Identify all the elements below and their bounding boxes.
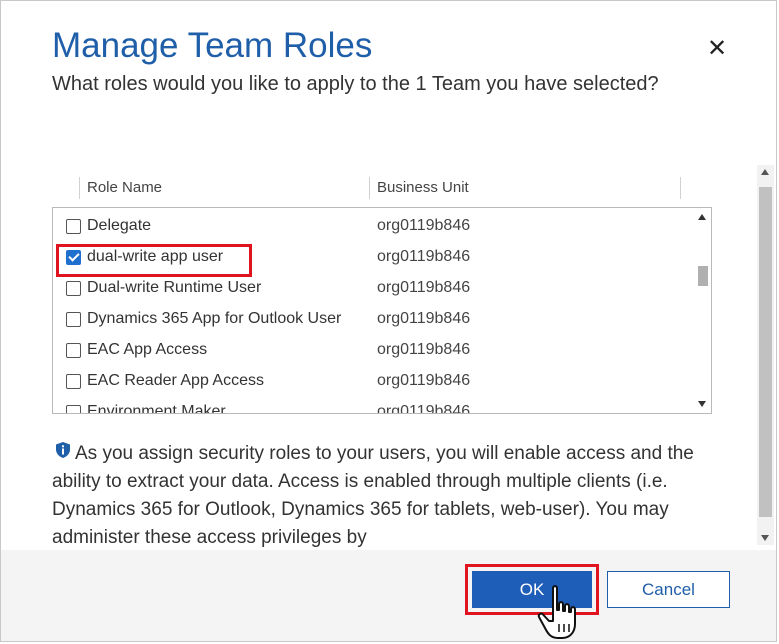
column-separator[interactable] — [680, 177, 681, 199]
role-name: Environment Maker — [87, 403, 226, 414]
role-name: EAC App Access — [87, 341, 208, 358]
column-header-role-name[interactable]: Role Name — [87, 179, 162, 196]
business-unit: org0119b846 — [377, 248, 471, 265]
cancel-button[interactable]: Cancel — [607, 571, 730, 608]
role-name: Dual-write Runtime User — [87, 279, 262, 296]
grid-header: Role Name Business Unit — [52, 175, 712, 203]
business-unit: org0119b846 — [377, 279, 471, 296]
scroll-thumb[interactable] — [698, 266, 708, 286]
role-row[interactable]: EAC App Access org0119b846 — [53, 336, 693, 367]
role-checkbox[interactable] — [66, 219, 81, 234]
roles-list: Delegate org0119b846 dual-write app user… — [52, 207, 712, 414]
role-name: Delegate — [87, 217, 152, 234]
manage-team-roles-dialog: Manage Team Roles What roles would you l… — [0, 0, 777, 642]
role-row[interactable]: Environment Maker org0119b846 — [53, 398, 693, 414]
dialog-scrollbar[interactable] — [757, 165, 774, 545]
list-scrollbar[interactable] — [694, 208, 711, 413]
role-name: EAC Reader App Access — [87, 372, 264, 389]
role-checkbox[interactable] — [66, 281, 81, 296]
dialog-title: Manage Team Roles — [52, 26, 373, 65]
column-header-business-unit[interactable]: Business Unit — [377, 179, 469, 196]
role-row[interactable]: EAC Reader App Access org0119b846 — [53, 367, 693, 398]
scroll-up-arrow-icon[interactable] — [761, 169, 769, 175]
column-separator[interactable] — [79, 177, 80, 199]
role-name: Dynamics 365 App for Outlook User — [87, 310, 342, 327]
role-checkbox[interactable] — [66, 343, 81, 358]
role-row[interactable]: dual-write app user org0119b846 — [53, 243, 693, 277]
scroll-down-arrow-icon[interactable] — [761, 535, 769, 541]
dialog-subtitle: What roles would you like to apply to th… — [52, 73, 659, 95]
scroll-down-arrow-icon[interactable] — [698, 401, 706, 407]
business-unit: org0119b846 — [377, 217, 471, 234]
selection-highlight-box — [56, 244, 252, 277]
info-message: As you assign security roles to your use… — [52, 443, 694, 548]
business-unit: org0119b846 — [377, 403, 471, 414]
scroll-thumb[interactable] — [759, 187, 772, 517]
business-unit: org0119b846 — [377, 310, 471, 327]
column-separator[interactable] — [369, 177, 370, 199]
close-icon[interactable]: ✕ — [703, 35, 731, 63]
business-unit: org0119b846 — [377, 341, 471, 358]
role-row[interactable]: Delegate org0119b846 — [53, 212, 693, 243]
role-row[interactable]: Dynamics 365 App for Outlook User org011… — [53, 305, 693, 336]
security-info-text: As you assign security roles to your use… — [52, 440, 702, 552]
hand-pointer-cursor-icon — [537, 585, 576, 639]
business-unit: org0119b846 — [377, 372, 471, 389]
role-checkbox[interactable] — [66, 405, 81, 413]
scroll-up-arrow-icon[interactable] — [698, 214, 706, 220]
role-checkbox[interactable] — [66, 374, 81, 389]
role-row[interactable]: Dual-write Runtime User org0119b846 — [53, 274, 693, 305]
role-checkbox[interactable] — [66, 312, 81, 327]
